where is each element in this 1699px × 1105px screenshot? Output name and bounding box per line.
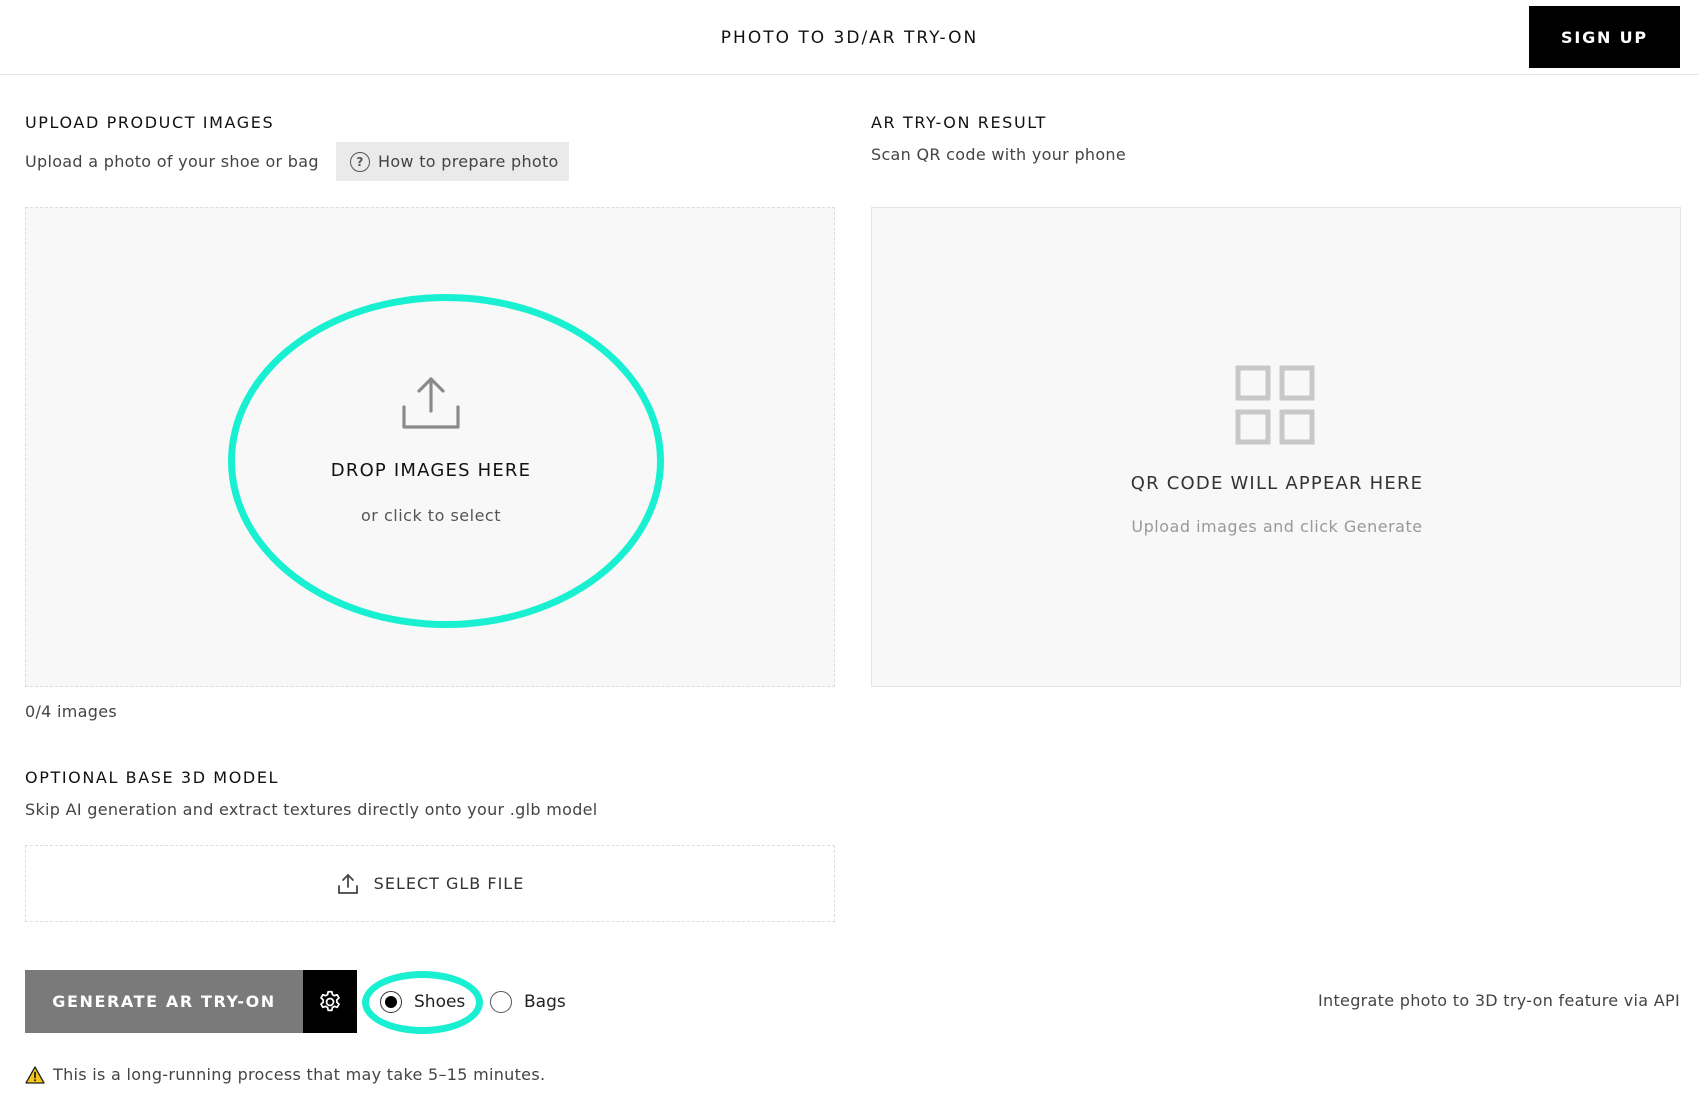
- question-circle-icon: ?: [350, 151, 370, 172]
- radio-bags[interactable]: Bags: [490, 988, 566, 1016]
- radio-bags-label: Bags: [524, 992, 566, 1012]
- select-glb-file-button[interactable]: SELECT GLB FILE: [25, 845, 835, 922]
- radio-unchecked-icon: [490, 991, 512, 1013]
- drop-title: DROP IMAGES HERE: [330, 460, 532, 481]
- warning-triangle-icon: [25, 1065, 45, 1084]
- sign-up-button[interactable]: SIGN UP: [1529, 6, 1680, 68]
- qr-title: QR CODE WILL APPEAR HERE: [1130, 473, 1424, 494]
- qr-placeholder-icon: [1235, 365, 1315, 445]
- radio-shoes-label: Shoes: [414, 992, 466, 1012]
- how-to-prepare-label: How to prepare photo: [378, 152, 559, 171]
- image-drop-zone[interactable]: DROP IMAGES HERE or click to select: [25, 207, 835, 687]
- api-integration-link[interactable]: Integrate photo to 3D try-on feature via…: [1318, 991, 1680, 1010]
- upload-heading: UPLOAD PRODUCT IMAGES: [25, 113, 275, 132]
- settings-button[interactable]: [303, 970, 357, 1033]
- warning-text: This is a long-running process that may …: [53, 1065, 546, 1084]
- result-heading: AR TRY-ON RESULT: [871, 113, 1047, 132]
- image-count: 0/4 images: [25, 702, 118, 721]
- how-to-prepare-photo-button[interactable]: ? How to prepare photo: [336, 142, 569, 181]
- qr-subtitle: Upload images and click Generate: [1131, 517, 1423, 536]
- upload-subtitle: Upload a photo of your shoe or bag: [25, 152, 319, 171]
- select-glb-label: SELECT GLB FILE: [373, 874, 525, 893]
- radio-checked-icon: [380, 991, 402, 1013]
- upload-icon: [402, 377, 460, 429]
- gear-icon: [320, 990, 340, 1011]
- warning-message: This is a long-running process that may …: [25, 1065, 545, 1084]
- drop-subtitle: or click to select: [361, 506, 501, 525]
- generate-ar-try-on-button[interactable]: GENERATE AR TRY-ON: [25, 970, 303, 1033]
- page: PHOTO TO 3D/AR TRY-ON SIGN UP UPLOAD PRO…: [0, 0, 1699, 1105]
- qr-result-area: QR CODE WILL APPEAR HERE Upload images a…: [871, 207, 1681, 687]
- base-model-subtitle: Skip AI generation and extract textures …: [25, 800, 598, 819]
- result-subtitle: Scan QR code with your phone: [871, 145, 1127, 164]
- page-title: PHOTO TO 3D/AR TRY-ON: [720, 27, 979, 48]
- header: PHOTO TO 3D/AR TRY-ON SIGN UP: [0, 0, 1699, 75]
- radio-shoes[interactable]: Shoes: [380, 988, 465, 1016]
- base-model-heading: OPTIONAL BASE 3D MODEL: [25, 768, 280, 787]
- upload-icon: [337, 873, 358, 894]
